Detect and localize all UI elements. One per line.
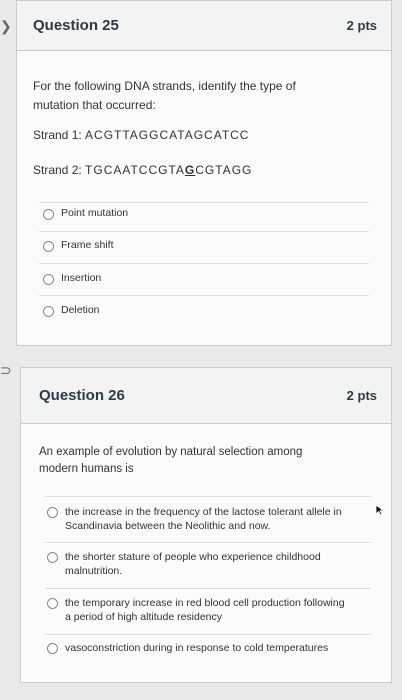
strand-2: Strand 2: TGCAATCCGTAGCGTAGG: [33, 163, 253, 177]
question-26-header: Question 26 2 pts: [21, 368, 391, 424]
radio-button[interactable]: [43, 241, 54, 252]
answer-option[interactable]: vasoconstriction during in response to c…: [47, 641, 367, 655]
answer-option[interactable]: Point mutation: [43, 207, 128, 220]
strand-1: Strand 1: ACGTTAGGCATAGCATCC: [33, 128, 250, 142]
flag-question-icon[interactable]: ⊃: [0, 362, 12, 379]
question-title: Question 25: [33, 17, 119, 34]
mouse-pointer-icon: [375, 504, 385, 516]
radio-button[interactable]: [47, 552, 58, 563]
question-prompt: For the following DNA strands, identify …: [33, 79, 296, 112]
radio-button[interactable]: [43, 209, 54, 220]
radio-button[interactable]: [47, 507, 58, 518]
radio-button[interactable]: [43, 274, 54, 285]
answer-option[interactable]: Deletion: [43, 304, 100, 317]
question-points: 2 pts: [346, 18, 377, 33]
radio-button[interactable]: [43, 306, 54, 317]
highlighted-base: G: [184, 163, 196, 177]
question-25-card: Question 25 2 pts For the following DNA …: [16, 0, 392, 346]
question-26-card: Question 26 2 pts An example of evolutio…: [20, 367, 392, 683]
answer-option[interactable]: the temporary increase in red blood cell…: [47, 596, 367, 624]
question-points: 2 pts: [346, 388, 377, 403]
radio-button[interactable]: [47, 643, 58, 654]
flag-question-icon[interactable]: ❯: [0, 18, 12, 35]
radio-button[interactable]: [47, 598, 58, 609]
answer-option[interactable]: Frame shift: [43, 239, 114, 252]
answer-option[interactable]: the increase in the frequency of the lac…: [47, 505, 367, 533]
answer-option[interactable]: Insertion: [43, 272, 101, 285]
question-title: Question 26: [39, 387, 125, 404]
question-25-header: Question 25 2 pts: [17, 1, 391, 51]
question-prompt: An example of evolution by natural selec…: [39, 446, 303, 475]
answer-option[interactable]: the shorter stature of people who experi…: [47, 550, 367, 578]
